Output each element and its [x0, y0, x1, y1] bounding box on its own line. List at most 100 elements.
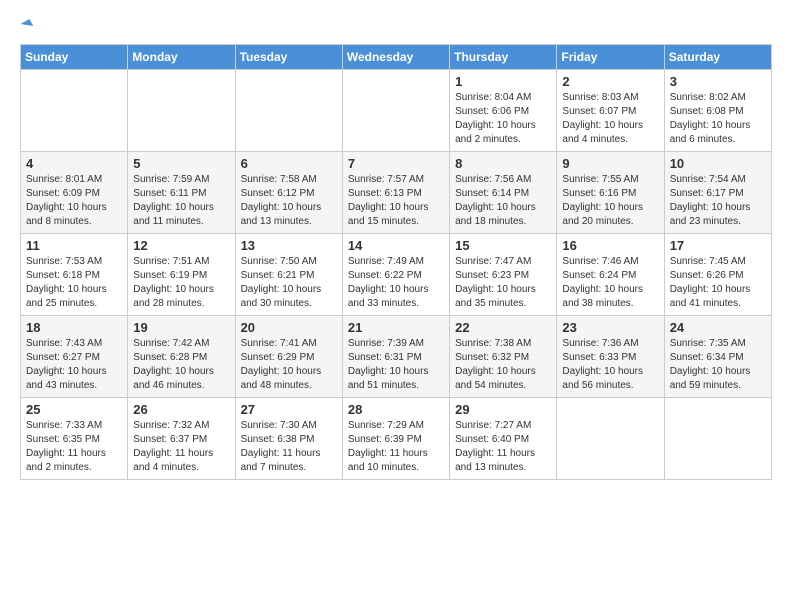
calendar-day-header: Thursday [450, 44, 557, 69]
day-number: 29 [455, 402, 551, 417]
calendar-day-cell: 23 Sunrise: 7:36 AM Sunset: 6:33 PM Dayli… [557, 315, 664, 397]
day-number: 2 [562, 74, 658, 89]
day-info: Sunrise: 7:33 AM Sunset: 6:35 PM Dayligh… [26, 419, 122, 475]
day-info: Sunrise: 7:55 AM Sunset: 6:16 PM Dayligh… [562, 173, 658, 229]
calendar-day-cell: 29 Sunrise: 7:27 AM Sunset: 6:40 PM Dayli… [450, 397, 557, 479]
day-info: Sunrise: 7:29 AM Sunset: 6:39 PM Dayligh… [348, 419, 444, 475]
day-number: 18 [26, 320, 122, 335]
day-info: Sunrise: 7:36 AM Sunset: 6:33 PM Dayligh… [562, 337, 658, 393]
calendar-day-header: Sunday [21, 44, 128, 69]
calendar-day-cell: 26 Sunrise: 7:32 AM Sunset: 6:37 PM Dayli… [128, 397, 235, 479]
day-info: Sunrise: 7:45 AM Sunset: 6:26 PM Dayligh… [670, 255, 766, 311]
day-number: 22 [455, 320, 551, 335]
day-info: Sunrise: 7:39 AM Sunset: 6:31 PM Dayligh… [348, 337, 444, 393]
day-info: Sunrise: 7:57 AM Sunset: 6:13 PM Dayligh… [348, 173, 444, 229]
calendar-week-row: 18 Sunrise: 7:43 AM Sunset: 6:27 PM Dayli… [21, 315, 772, 397]
calendar-day-cell: 5Sunrise: 7:59 AM Sunset: 6:11 PM Daylig… [128, 151, 235, 233]
day-number: 17 [670, 238, 766, 253]
header-top [20, 16, 772, 34]
day-number: 20 [241, 320, 337, 335]
calendar-day-cell: 9 Sunrise: 7:55 AM Sunset: 6:16 PM Daylig… [557, 151, 664, 233]
day-info: Sunrise: 7:59 AM Sunset: 6:11 PM Dayligh… [133, 173, 229, 229]
day-info: Sunrise: 8:04 AM Sunset: 6:06 PM Dayligh… [455, 91, 551, 147]
calendar-day-cell: 24 Sunrise: 7:35 AM Sunset: 6:34 PM Dayli… [664, 315, 771, 397]
day-info: Sunrise: 7:38 AM Sunset: 6:32 PM Dayligh… [455, 337, 551, 393]
day-info: Sunrise: 7:27 AM Sunset: 6:40 PM Dayligh… [455, 419, 551, 475]
day-number: 12 [133, 238, 229, 253]
calendar-day-cell: 7 Sunrise: 7:57 AM Sunset: 6:13 PM Daylig… [342, 151, 449, 233]
calendar-day-cell: 21 Sunrise: 7:39 AM Sunset: 6:31 PM Dayli… [342, 315, 449, 397]
day-number: 28 [348, 402, 444, 417]
day-number: 19 [133, 320, 229, 335]
calendar-day-cell: 11 Sunrise: 7:53 AM Sunset: 6:18 PM Dayli… [21, 233, 128, 315]
day-number: 14 [348, 238, 444, 253]
calendar-day-cell: 28 Sunrise: 7:29 AM Sunset: 6:39 PM Dayli… [342, 397, 449, 479]
day-number: 10 [670, 156, 766, 171]
calendar-day-cell [235, 69, 342, 151]
day-number: 26 [133, 402, 229, 417]
calendar-day-cell: 13 Sunrise: 7:50 AM Sunset: 6:21 PM Dayli… [235, 233, 342, 315]
calendar-table: SundayMondayTuesdayWednesdayThursdayFrid… [20, 44, 772, 480]
day-number: 11 [26, 238, 122, 253]
calendar-day-cell: 18 Sunrise: 7:43 AM Sunset: 6:27 PM Dayli… [21, 315, 128, 397]
calendar-day-cell: 4Sunrise: 8:01 AM Sunset: 6:09 PM Daylig… [21, 151, 128, 233]
day-number: 4 [26, 156, 122, 171]
calendar-week-row: 1Sunrise: 8:04 AM Sunset: 6:06 PM Daylig… [21, 69, 772, 151]
calendar-day-cell: 12 Sunrise: 7:51 AM Sunset: 6:19 PM Dayli… [128, 233, 235, 315]
calendar-day-header: Wednesday [342, 44, 449, 69]
calendar-day-cell: 15Sunrise: 7:47 AM Sunset: 6:23 PM Dayli… [450, 233, 557, 315]
calendar-day-header: Monday [128, 44, 235, 69]
day-number: 6 [241, 156, 337, 171]
day-number: 16 [562, 238, 658, 253]
calendar-week-row: 11 Sunrise: 7:53 AM Sunset: 6:18 PM Dayli… [21, 233, 772, 315]
day-number: 27 [241, 402, 337, 417]
day-info: Sunrise: 7:58 AM Sunset: 6:12 PM Dayligh… [241, 173, 337, 229]
day-info: Sunrise: 8:02 AM Sunset: 6:08 PM Dayligh… [670, 91, 766, 147]
day-number: 15 [455, 238, 551, 253]
day-number: 24 [670, 320, 766, 335]
calendar-day-cell: 16 Sunrise: 7:46 AM Sunset: 6:24 PM Dayli… [557, 233, 664, 315]
day-info: Sunrise: 7:54 AM Sunset: 6:17 PM Dayligh… [670, 173, 766, 229]
calendar-day-cell: 8 Sunrise: 7:56 AM Sunset: 6:14 PM Daylig… [450, 151, 557, 233]
day-info: Sunrise: 7:50 AM Sunset: 6:21 PM Dayligh… [241, 255, 337, 311]
calendar-day-cell: 2 Sunrise: 8:03 AM Sunset: 6:07 PM Daylig… [557, 69, 664, 151]
day-info: Sunrise: 7:56 AM Sunset: 6:14 PM Dayligh… [455, 173, 551, 229]
day-info: Sunrise: 7:53 AM Sunset: 6:18 PM Dayligh… [26, 255, 122, 311]
calendar-day-cell: 22 Sunrise: 7:38 AM Sunset: 6:32 PM Dayli… [450, 315, 557, 397]
day-info: Sunrise: 7:51 AM Sunset: 6:19 PM Dayligh… [133, 255, 229, 311]
day-number: 3 [670, 74, 766, 89]
day-info: Sunrise: 7:35 AM Sunset: 6:34 PM Dayligh… [670, 337, 766, 393]
day-number: 9 [562, 156, 658, 171]
calendar-day-cell: 17 Sunrise: 7:45 AM Sunset: 6:26 PM Dayli… [664, 233, 771, 315]
calendar-day-cell: 27 Sunrise: 7:30 AM Sunset: 6:38 PM Dayli… [235, 397, 342, 479]
calendar-day-cell [557, 397, 664, 479]
day-number: 7 [348, 156, 444, 171]
day-info: Sunrise: 7:49 AM Sunset: 6:22 PM Dayligh… [348, 255, 444, 311]
day-info: Sunrise: 7:32 AM Sunset: 6:37 PM Dayligh… [133, 419, 229, 475]
calendar-day-cell: 25 Sunrise: 7:33 AM Sunset: 6:35 PM Dayli… [21, 397, 128, 479]
day-info: Sunrise: 7:43 AM Sunset: 6:27 PM Dayligh… [26, 337, 122, 393]
day-number: 23 [562, 320, 658, 335]
calendar-week-row: 4Sunrise: 8:01 AM Sunset: 6:09 PM Daylig… [21, 151, 772, 233]
logo-text [20, 16, 32, 34]
calendar-day-cell: 19 Sunrise: 7:42 AM Sunset: 6:28 PM Dayli… [128, 315, 235, 397]
calendar-week-row: 25 Sunrise: 7:33 AM Sunset: 6:35 PM Dayli… [21, 397, 772, 479]
calendar-day-cell: 20Sunrise: 7:41 AM Sunset: 6:29 PM Dayli… [235, 315, 342, 397]
calendar-day-header: Tuesday [235, 44, 342, 69]
day-info: Sunrise: 7:42 AM Sunset: 6:28 PM Dayligh… [133, 337, 229, 393]
calendar-day-cell [21, 69, 128, 151]
calendar-day-cell: 1Sunrise: 8:04 AM Sunset: 6:06 PM Daylig… [450, 69, 557, 151]
day-number: 21 [348, 320, 444, 335]
calendar-header-row: SundayMondayTuesdayWednesdayThursdayFrid… [21, 44, 772, 69]
day-info: Sunrise: 7:30 AM Sunset: 6:38 PM Dayligh… [241, 419, 337, 475]
day-info: Sunrise: 8:03 AM Sunset: 6:07 PM Dayligh… [562, 91, 658, 147]
day-number: 25 [26, 402, 122, 417]
day-number: 13 [241, 238, 337, 253]
calendar-day-cell [664, 397, 771, 479]
calendar-day-cell: 3 Sunrise: 8:02 AM Sunset: 6:08 PM Daylig… [664, 69, 771, 151]
calendar-day-header: Saturday [664, 44, 771, 69]
day-info: Sunrise: 7:46 AM Sunset: 6:24 PM Dayligh… [562, 255, 658, 311]
day-number: 8 [455, 156, 551, 171]
calendar-day-cell: 14 Sunrise: 7:49 AM Sunset: 6:22 PM Dayli… [342, 233, 449, 315]
calendar-day-header: Friday [557, 44, 664, 69]
